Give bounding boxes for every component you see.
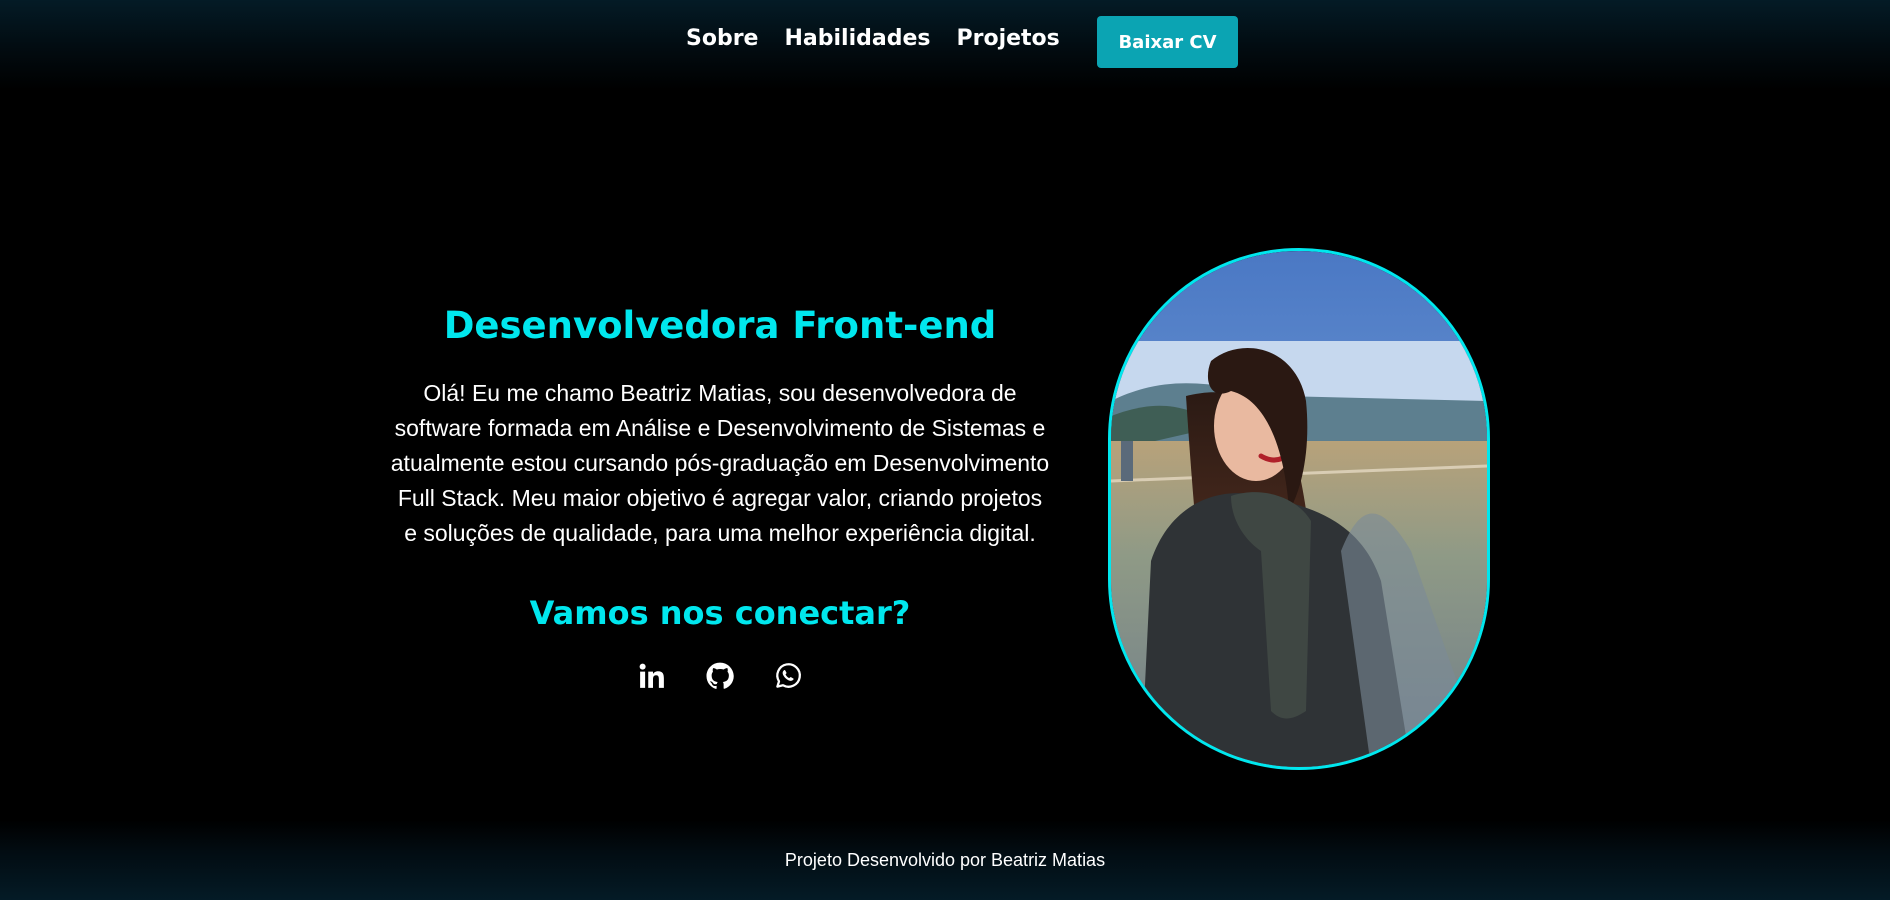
portfolio-page: Sobre Habilidades Projetos Baixar CV Des… <box>0 0 1890 900</box>
main-nav: Sobre Habilidades Projetos <box>686 26 1060 51</box>
footer-credit: Projeto Desenvolvido por Beatriz Matias <box>784 850 1106 870</box>
top-bar: Sobre Habilidades Projetos Baixar CV <box>0 0 1890 90</box>
nav-link-habilidades[interactable]: Habilidades <box>784 26 930 51</box>
intro-title: Desenvolvedora Front-end <box>443 304 997 347</box>
nav-link-sobre[interactable]: Sobre <box>686 26 758 51</box>
footer: Projeto Desenvolvido por Beatriz Matias <box>0 820 1890 900</box>
connect-title: Vamos nos conectar? <box>529 594 911 632</box>
github-icon[interactable] <box>705 661 735 691</box>
nav-link-projetos[interactable]: Projetos <box>956 26 1059 51</box>
intro-text: Olá! Eu me chamo Beatriz Matias, sou des… <box>390 380 1050 546</box>
profile-photo-illustration <box>1111 251 1487 767</box>
whatsapp-icon[interactable] <box>773 661 803 691</box>
linkedin-icon[interactable] <box>637 661 667 691</box>
intro-section: Desenvolvedora Front-end Olá! Eu me cham… <box>390 300 1050 691</box>
download-cv-button[interactable]: Baixar CV <box>1097 16 1238 68</box>
profile-photo <box>1108 248 1490 770</box>
social-links <box>390 661 1050 691</box>
